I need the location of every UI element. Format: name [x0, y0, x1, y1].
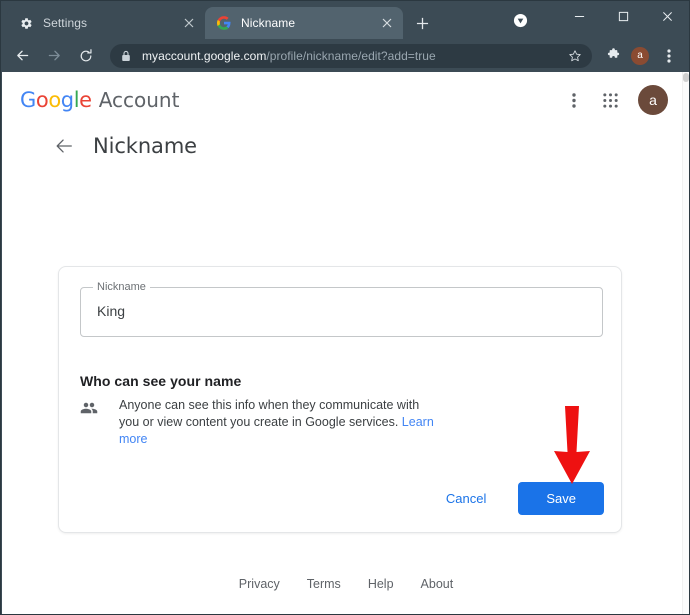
browser-window: Settings Nickname myaccount.google.com/p…: [0, 0, 690, 615]
product-name: Account: [98, 88, 180, 112]
three-dot-menu-icon[interactable]: [656, 43, 682, 69]
header-actions: a: [553, 85, 668, 115]
visibility-info-row: Anyone can see this info when they commu…: [80, 397, 480, 448]
tab-title: Settings: [43, 16, 88, 30]
nickname-input[interactable]: Nickname King: [80, 281, 603, 337]
nickname-input-label: Nickname: [93, 281, 150, 293]
visibility-heading: Who can see your name: [80, 373, 242, 389]
visibility-description: Anyone can see this info when they commu…: [119, 397, 437, 448]
window-close-button[interactable]: [645, 1, 689, 31]
url-path: /profile/nickname/edit?add=true: [266, 48, 436, 63]
address-bar[interactable]: myaccount.google.com/profile/nickname/ed…: [110, 43, 592, 68]
tab-close-icon[interactable]: [379, 15, 395, 31]
google-apps-grid-icon[interactable]: [595, 85, 625, 115]
account-avatar[interactable]: a: [638, 85, 668, 115]
nickname-card: Nickname King Who can see your name Anyo…: [58, 266, 622, 533]
puzzle-piece-icon[interactable]: [600, 43, 626, 69]
page-title: Nickname: [93, 134, 198, 158]
back-arrow-icon[interactable]: [54, 136, 74, 156]
tab-strip: Settings Nickname: [1, 1, 689, 39]
url-text: myaccount.google.com/profile/nickname/ed…: [142, 49, 436, 63]
save-button[interactable]: Save: [518, 482, 604, 515]
footer-link-about[interactable]: About: [421, 577, 454, 591]
url-host: myaccount.google.com: [142, 48, 267, 63]
tab-close-icon[interactable]: [181, 15, 197, 31]
people-group-icon: [80, 399, 98, 417]
toolbar-profile-avatar[interactable]: a: [631, 46, 649, 65]
tab-settings[interactable]: Settings: [7, 7, 205, 39]
bookmark-star-icon[interactable]: [560, 49, 582, 63]
forward-arrow-icon: [40, 42, 68, 70]
tab-nickname[interactable]: Nickname: [205, 7, 403, 39]
page-scrollbar[interactable]: [682, 72, 689, 614]
scrollbar-thumb[interactable]: [683, 73, 689, 82]
google-logo: Google: [20, 88, 92, 112]
window-minimize-button[interactable]: [557, 1, 601, 31]
browser-toolbar: myaccount.google.com/profile/nickname/ed…: [1, 39, 689, 72]
window-maximize-button[interactable]: [601, 1, 645, 31]
tab-title: Nickname: [241, 16, 296, 30]
page-content: Google Account a Nickname Nickname King …: [2, 72, 689, 614]
footer-link-privacy[interactable]: Privacy: [239, 577, 280, 591]
three-dot-menu-icon[interactable]: [559, 85, 589, 115]
gear-icon: [18, 15, 34, 31]
cancel-button[interactable]: Cancel: [436, 482, 496, 515]
google-account-header: Google Account a: [2, 72, 689, 115]
nickname-input-value[interactable]: King: [97, 303, 125, 319]
media-control-icon[interactable]: [505, 5, 535, 35]
footer-link-help[interactable]: Help: [368, 577, 394, 591]
new-tab-button[interactable]: [408, 9, 436, 37]
back-arrow-icon[interactable]: [8, 42, 36, 70]
card-actions: Cancel Save: [436, 482, 604, 515]
page-title-row: Nickname: [2, 114, 689, 158]
reload-icon[interactable]: [72, 42, 100, 70]
visibility-body-text: Anyone can see this info when they commu…: [119, 398, 420, 429]
page-footer: Privacy Terms Help About: [2, 577, 689, 591]
lock-icon: [121, 50, 133, 62]
google-g-icon: [216, 15, 232, 31]
window-controls: [505, 1, 689, 31]
footer-link-terms[interactable]: Terms: [307, 577, 341, 591]
